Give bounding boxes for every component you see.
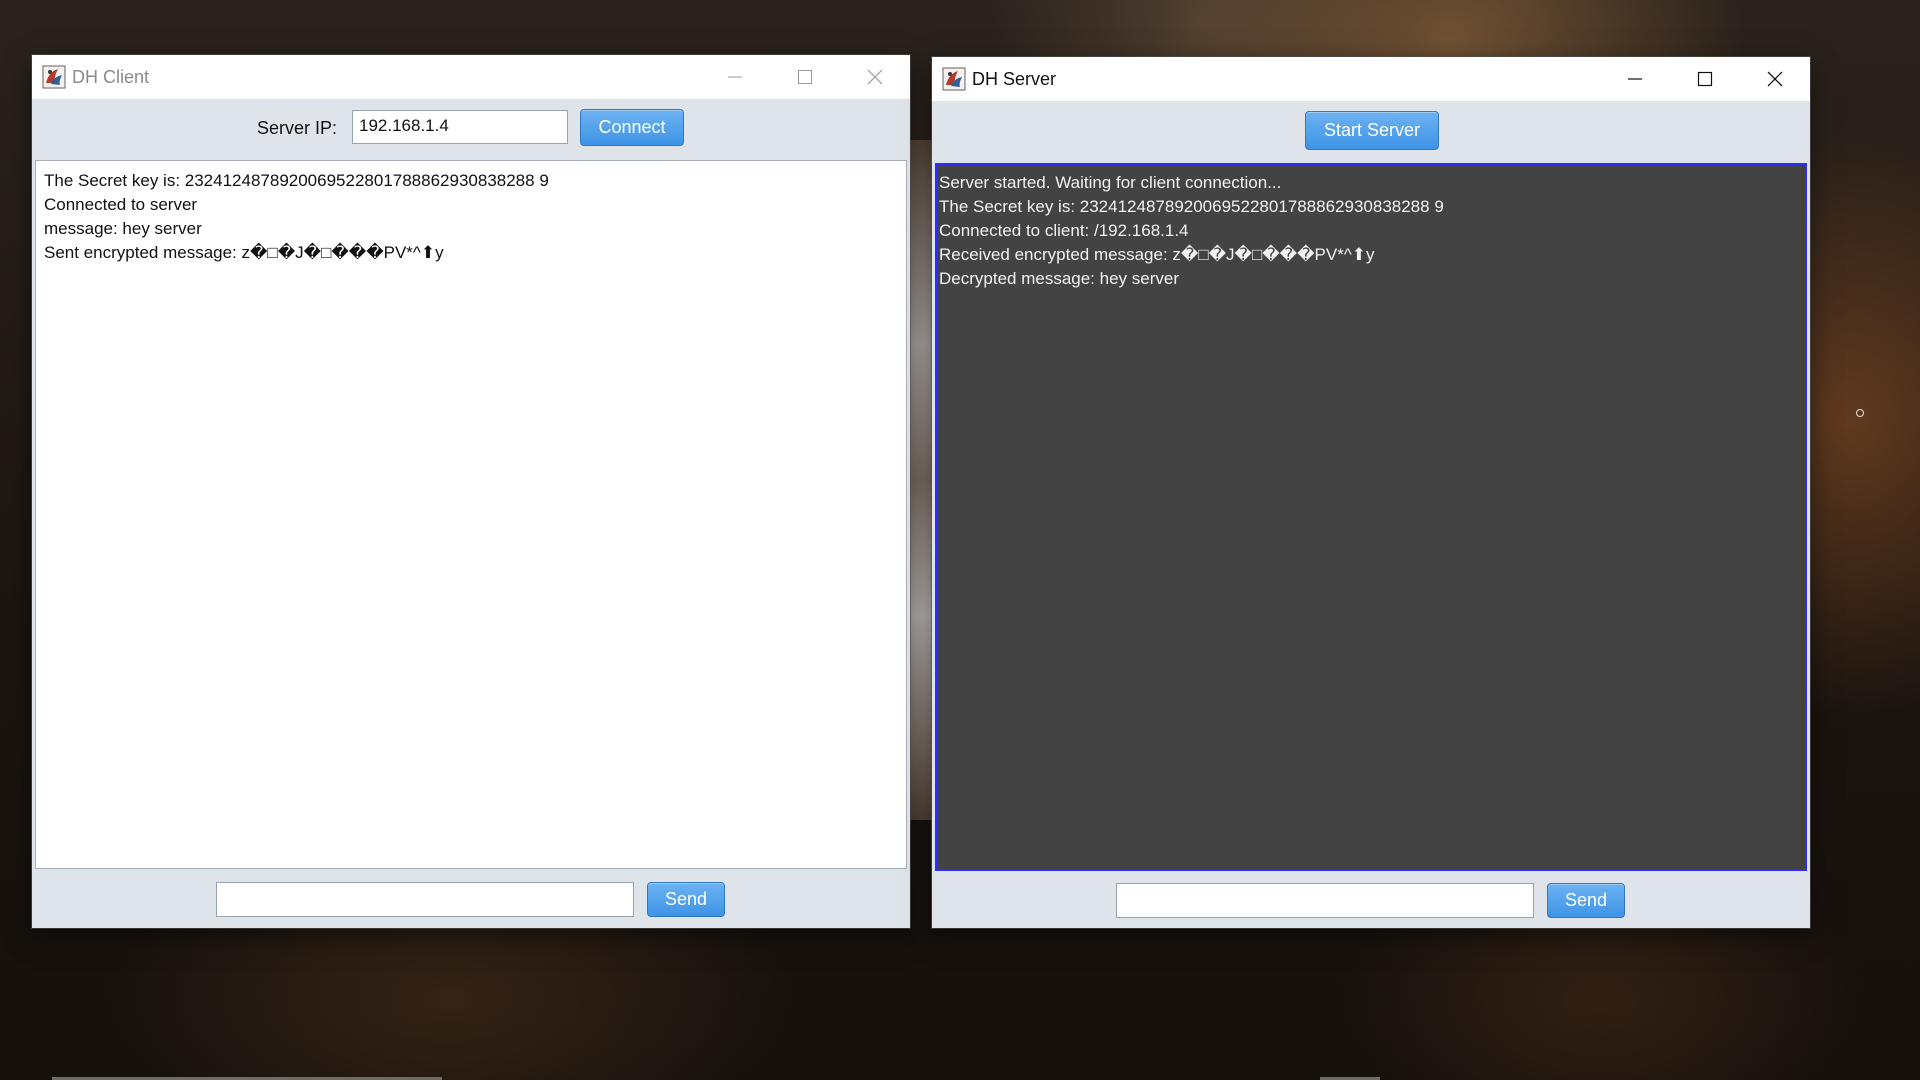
minimize-button[interactable] xyxy=(700,55,770,99)
message-input[interactable] xyxy=(1116,883,1534,918)
server-ip-input[interactable]: 192.168.1.4 xyxy=(352,110,568,144)
wallpaper-detail xyxy=(910,140,932,820)
log-line: The Secret key is: 232412487892006952280… xyxy=(44,171,549,190)
maximize-button[interactable] xyxy=(770,55,840,99)
client-titlebar[interactable]: DH Client xyxy=(32,55,910,99)
close-icon xyxy=(1767,71,1783,87)
minimize-icon xyxy=(1628,78,1642,80)
wallpaper-dot xyxy=(1856,409,1864,417)
minimize-icon xyxy=(728,76,742,78)
client-log-area[interactable]: The Secret key is: 232412487892006952280… xyxy=(35,160,907,869)
message-input[interactable] xyxy=(216,882,634,917)
server-ip-label: Server IP: xyxy=(257,118,338,138)
maximize-button[interactable] xyxy=(1670,57,1740,101)
log-line: Connected to server xyxy=(44,195,198,214)
window-title: DH Server xyxy=(972,69,1057,89)
maximize-icon xyxy=(798,70,812,84)
client-window: DH Client Server IP: 192.168.1.4 Connect… xyxy=(32,55,910,928)
server-titlebar[interactable]: DH Server xyxy=(932,57,1810,101)
java-app-icon xyxy=(42,65,66,89)
close-button[interactable] xyxy=(840,55,910,99)
log-line: The Secret key is: 232412487892006952280… xyxy=(939,197,1444,216)
log-line: Server started. Waiting for client conne… xyxy=(939,173,1282,192)
start-server-button[interactable]: Start Server xyxy=(1305,111,1439,150)
log-line: Decrypted message: hey server xyxy=(939,269,1179,288)
maximize-icon xyxy=(1697,71,1713,87)
log-line: Received encrypted message: z�□�J�□���PV… xyxy=(939,245,1375,264)
close-icon xyxy=(867,69,883,85)
window-title: DH Client xyxy=(72,67,150,87)
send-button[interactable]: Send xyxy=(1547,883,1625,918)
log-line: Connected to client: /192.168.1.4 xyxy=(939,221,1189,240)
java-app-icon xyxy=(942,67,966,91)
minimize-button[interactable] xyxy=(1600,57,1670,101)
server-window: DH Server Start Server Server started. W… xyxy=(932,57,1810,928)
send-button[interactable]: Send xyxy=(647,882,725,917)
close-button[interactable] xyxy=(1740,57,1810,101)
log-line: message: hey server xyxy=(44,219,202,238)
log-line: Sent encrypted message: z�□�J�□���PV*^⬆y xyxy=(44,243,444,262)
server-log-area[interactable]: Server started. Waiting for client conne… xyxy=(935,163,1807,871)
connect-button[interactable]: Connect xyxy=(580,109,684,146)
